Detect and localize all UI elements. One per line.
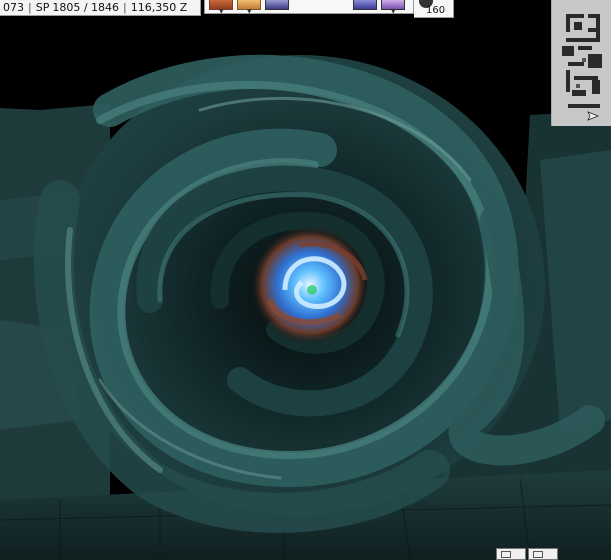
sp-label: SP <box>35 1 50 14</box>
game-viewport[interactable] <box>0 0 611 560</box>
window-button-1[interactable] <box>496 548 526 560</box>
minimap[interactable] <box>551 0 611 126</box>
chevron-down-icon[interactable]: ▼ <box>247 9 252 15</box>
weight-value: 160 <box>426 5 446 16</box>
window-button-2[interactable] <box>528 548 558 560</box>
hotkey-bar: ▼ ▼ ▼ <box>204 0 414 15</box>
chevron-down-icon[interactable]: ▼ <box>391 9 396 15</box>
status-bar: 073 | SP 1805 / 1846 | 116,350 Z <box>0 0 201 16</box>
weight-indicator[interactable]: 160 <box>414 0 454 18</box>
chevron-down-icon[interactable]: ▼ <box>219 9 224 15</box>
window-icon <box>501 551 511 558</box>
window-icon <box>533 551 543 558</box>
zeny-value: 116,350 Z <box>130 1 188 14</box>
minimap-map-icon <box>552 0 611 126</box>
hotkey-slot-3[interactable] <box>265 0 289 10</box>
hp-value: 073 <box>3 1 24 14</box>
hotkey-slot-4[interactable] <box>353 0 377 10</box>
sp-value: 1805 / 1846 <box>52 1 120 14</box>
